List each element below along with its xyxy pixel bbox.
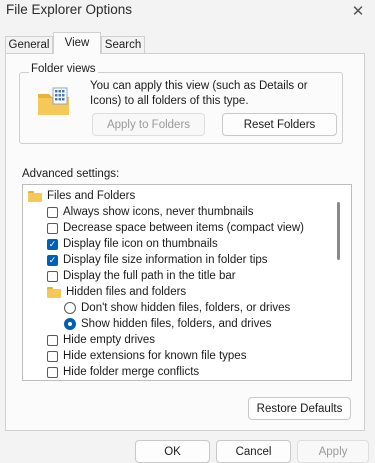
option-label: Display file size information in folder …	[63, 254, 268, 266]
option-always-show-icons[interactable]: Always show icons, never thumbnails	[47, 204, 253, 220]
tab-view[interactable]: View	[53, 32, 101, 54]
tab-general[interactable]: General	[5, 36, 53, 53]
advanced-settings-list[interactable]: Files and Folders Always show icons, nev…	[22, 184, 352, 381]
checkbox-checked[interactable]: ✓	[47, 254, 58, 266]
option-label: Always show icons, never thumbnails	[63, 206, 254, 218]
option-label: Hide extensions for known file types	[63, 350, 247, 362]
close-icon: ✕	[351, 3, 365, 20]
folder-icon	[28, 190, 42, 202]
option-label: Hide empty drives	[63, 334, 156, 346]
option-label: Show hidden files, folders, and drives	[81, 318, 272, 330]
checkbox[interactable]	[47, 350, 58, 362]
checkbox[interactable]	[47, 334, 58, 346]
option-display-file-icon-thumbnails[interactable]: ✓ Display file icon on thumbnails	[47, 236, 218, 252]
tab-search[interactable]: Search	[101, 36, 145, 53]
apply-button[interactable]: Apply	[297, 440, 369, 463]
radio-button-selected[interactable]	[64, 318, 76, 330]
tree-item-label: Hidden files and folders	[66, 286, 187, 298]
option-label: Decrease space between items (compact vi…	[63, 222, 304, 234]
option-decrease-space[interactable]: Decrease space between items (compact vi…	[47, 220, 304, 236]
option-display-file-size-tips[interactable]: ✓ Display file size information in folde…	[47, 252, 268, 268]
option-label: Display the full path in the title bar	[63, 270, 236, 282]
checkbox-checked[interactable]: ✓	[47, 238, 58, 250]
option-label: Hide folder merge conflicts	[63, 366, 200, 378]
checkbox[interactable]	[47, 206, 58, 218]
option-label: Display file icon on thumbnails	[63, 238, 218, 250]
option-display-full-path[interactable]: Display the full path in the title bar	[47, 268, 236, 284]
folder-views-icon	[38, 87, 69, 115]
radio-button[interactable]	[64, 302, 76, 314]
option-hide-extensions[interactable]: Hide extensions for known file types	[47, 348, 246, 364]
tree-group-files-and-folders: Files and Folders	[28, 188, 135, 204]
option-hide-empty-drives[interactable]: Hide empty drives	[47, 332, 155, 348]
restore-defaults-button[interactable]: Restore Defaults	[248, 397, 351, 420]
reset-folders-button[interactable]: Reset Folders	[222, 113, 337, 136]
checkbox[interactable]	[47, 222, 58, 234]
option-dont-show-hidden[interactable]: Don't show hidden files, folders, or dri…	[64, 300, 290, 316]
cancel-button[interactable]: Cancel	[216, 440, 291, 463]
ok-button[interactable]: OK	[135, 440, 210, 463]
checkbox[interactable]	[47, 270, 58, 282]
title-bar: File Explorer Options ✕	[0, 0, 375, 28]
window-title: File Explorer Options	[6, 2, 133, 17]
tree-group-hidden-files: Hidden files and folders	[47, 284, 186, 300]
apply-to-folders-button[interactable]: Apply to Folders	[92, 113, 205, 136]
option-label: Don't show hidden files, folders, or dri…	[81, 302, 291, 314]
close-button[interactable]: ✕	[345, 0, 371, 22]
advanced-settings-label: Advanced settings:	[22, 168, 120, 180]
option-hide-merge-conflicts[interactable]: Hide folder merge conflicts	[47, 364, 199, 380]
option-show-hidden[interactable]: Show hidden files, folders, and drives	[64, 316, 272, 332]
folder-views-description: You can apply this view (such as Details…	[90, 80, 308, 107]
list-scrollbar[interactable]	[337, 202, 340, 260]
checkbox[interactable]	[47, 366, 58, 378]
folder-views-legend: Folder views	[29, 63, 98, 75]
tree-item-label: Files and Folders	[47, 190, 136, 202]
folder-icon	[47, 286, 61, 298]
